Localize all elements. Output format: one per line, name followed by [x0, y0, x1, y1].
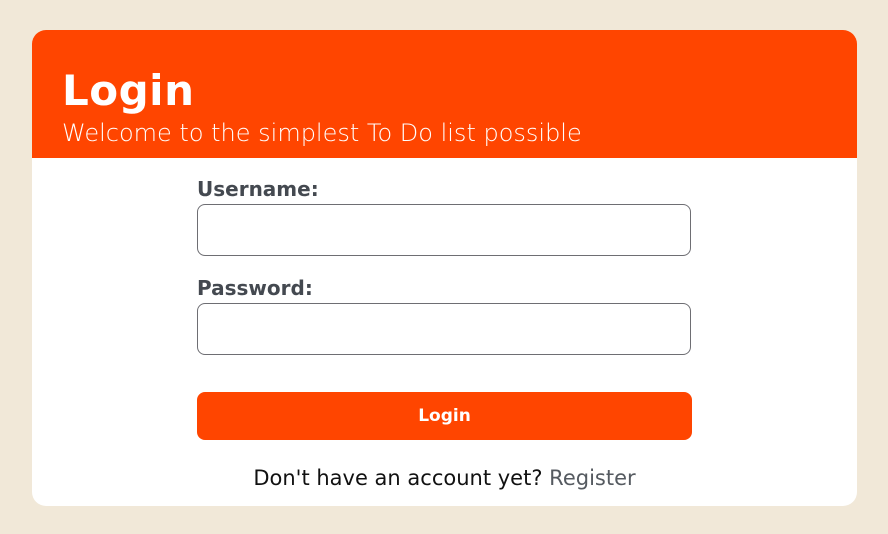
login-card: Login Welcome to the simplest To Do list… [32, 30, 857, 506]
password-group: Password: [197, 273, 692, 355]
page-title: Login [62, 66, 195, 115]
register-link[interactable]: Register [549, 466, 635, 490]
password-label: Password: [197, 276, 313, 300]
register-prompt: Don't have an account yet? Register [32, 462, 857, 494]
register-prompt-text: Don't have an account yet? [253, 466, 543, 490]
login-header: Login Welcome to the simplest To Do list… [32, 30, 857, 158]
username-group: Username: [197, 174, 692, 256]
page-subtitle: Welcome to the simplest To Do list possi… [62, 119, 582, 147]
username-input[interactable] [197, 204, 691, 256]
username-label: Username: [197, 177, 319, 201]
login-form: Username: Password: Login [197, 174, 692, 440]
password-input[interactable] [197, 303, 691, 355]
login-button[interactable]: Login [197, 392, 692, 440]
